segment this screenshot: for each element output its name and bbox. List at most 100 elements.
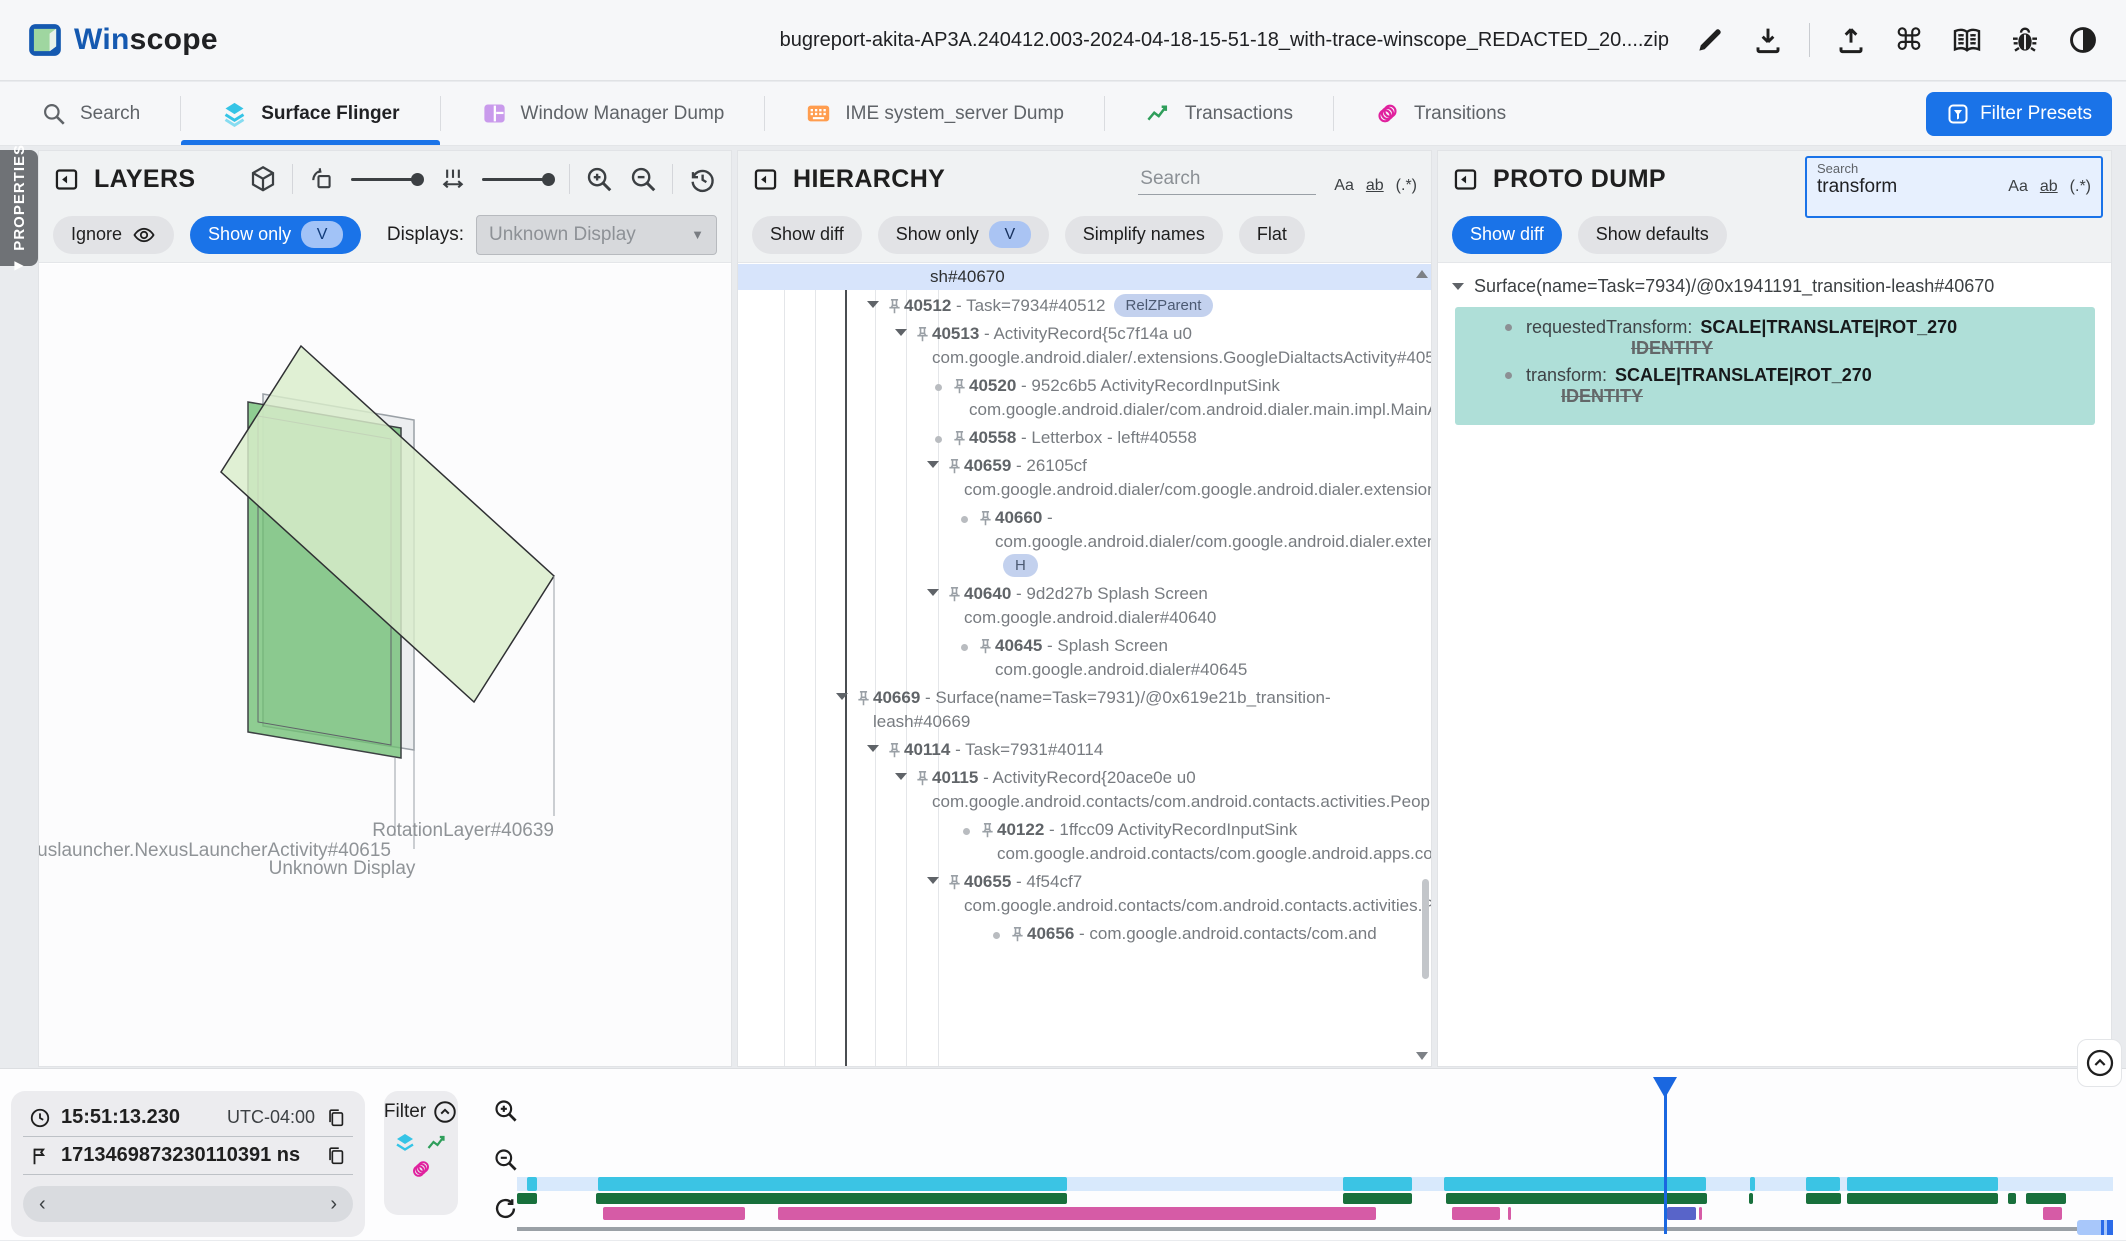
hierarchy-simplify-names-button[interactable]: Simplify names [1065, 216, 1223, 254]
match-case-icon[interactable]: Aa [1334, 177, 1354, 195]
timeline-reset-zoom-icon[interactable] [492, 1195, 519, 1222]
tree-row-40520[interactable]: 40520 - 952c6b5 ActivityRecordInputSink … [738, 374, 1431, 422]
report-bug-icon[interactable] [2008, 23, 2042, 57]
displays-select[interactable]: Unknown Display ▼ [476, 215, 717, 255]
layer-spacing-icon[interactable] [438, 164, 468, 194]
pin-icon [944, 585, 964, 604]
hierarchy-show-diff-button[interactable]: Show diff [752, 216, 862, 254]
transactions-segment [1446, 1193, 1707, 1204]
proto-root-node[interactable]: Surface(name=Task=7934)/@0x1941191_trans… [1438, 264, 2109, 305]
tab-window-manager-dump[interactable]: Window Manager Dump [441, 82, 765, 145]
collapse-arrow-icon [831, 693, 853, 700]
proto-property[interactable]: requestedTransform:SCALE|TRANSLATE|ROT_2… [1455, 317, 2095, 359]
property-key: requestedTransform: [1526, 317, 1692, 338]
show-only-visible-button[interactable]: Show only V [190, 216, 361, 254]
regex-icon[interactable]: (.*) [2070, 178, 2091, 196]
match-case-icon[interactable]: Aa [2008, 178, 2028, 196]
match-word-icon[interactable]: ab [1366, 177, 1384, 195]
regex-icon[interactable]: (.*) [1396, 177, 1417, 195]
upload-icon[interactable] [1834, 23, 1868, 57]
rotation-slider[interactable] [351, 173, 424, 186]
documentation-icon[interactable] [1950, 23, 1984, 57]
next-entry-button[interactable]: › [330, 1193, 337, 1216]
match-word-icon[interactable]: ab [2040, 178, 2058, 196]
properties-rail-toggle[interactable]: PROPERTIES ▶ [0, 150, 38, 266]
download-icon[interactable] [1751, 23, 1785, 57]
scroll-down-icon[interactable] [1416, 1052, 1428, 1060]
timeline-cursor[interactable] [1664, 1077, 1667, 1234]
panel-collapse-icon[interactable] [752, 166, 779, 193]
hierarchy-tree[interactable]: sh#40670 40512 - Task=7934#40512RelZParen… [738, 264, 1431, 1066]
tree-row-40640[interactable]: 40640 - 9d2d27b Splash Screen com.google… [738, 582, 1431, 630]
tree-row-40122[interactable]: 40122 - 1ffcc09 ActivityRecordInputSink … [738, 818, 1431, 866]
timeline-zoom-out-icon[interactable] [492, 1146, 519, 1173]
keyboard-shortcuts-icon[interactable]: ⌘ [1892, 23, 1926, 57]
layers-3d-view[interactable]: RotationLayer#40639 exuslauncher.NexusLa… [39, 264, 731, 1066]
timeline-scrollbar-thumb[interactable] [2077, 1220, 2113, 1235]
ignore-button[interactable]: Ignore [53, 216, 174, 254]
timeline-row-surfaceflinger[interactable] [517, 1177, 2113, 1191]
tree-row[interactable]: sh#40670 [738, 264, 1431, 290]
filter-presets-button[interactable]: Filter Presets [1926, 92, 2112, 136]
pin-icon [944, 457, 964, 476]
tree-row-40115[interactable]: 40115 - ActivityRecord{20ace0e u0 com.go… [738, 766, 1431, 814]
tree-row-40513[interactable]: 40513 - ActivityRecord{5c7f14a u0 com.go… [738, 322, 1431, 370]
collapse-timeline-button[interactable] [2077, 1039, 2122, 1087]
timeline-row-transitions[interactable] [517, 1207, 2113, 1220]
scroll-up-icon[interactable] [1416, 270, 1428, 278]
panel-collapse-icon[interactable] [53, 166, 80, 193]
tree-row-40660[interactable]: 40660 - com.google.android.dialer/com.go… [738, 506, 1431, 578]
zoom-out-icon[interactable] [628, 164, 658, 194]
tree-row-40645[interactable]: 40645 - Splash Screen com.google.android… [738, 634, 1431, 682]
tab-transactions[interactable]: Transactions [1105, 82, 1333, 145]
timeline-canvas[interactable] [517, 1069, 2113, 1241]
tree-row-40659[interactable]: 40659 - 26105cf com.google.android.diale… [738, 454, 1431, 502]
loaded-file-name: bugreport-akita-AP3A.240412.003-2024-04-… [780, 29, 1669, 52]
tree-row-40655[interactable]: 40655 - 4f54cf7 com.google.android.conta… [738, 870, 1431, 918]
transitions-filter-icon[interactable] [409, 1157, 433, 1181]
hierarchy-search-input[interactable] [1138, 164, 1316, 195]
tab-search[interactable]: Search [0, 82, 180, 145]
timeline-row-transactions[interactable] [517, 1193, 2113, 1204]
tab-ime-system-server-dump[interactable]: IME system_server Dump [765, 82, 1104, 145]
proto-show-diff-button[interactable]: Show diff [1452, 216, 1562, 254]
timeline-cursor-head[interactable] [1653, 1077, 1677, 1098]
hierarchy-flat-button[interactable]: Flat [1239, 216, 1305, 254]
proto-show-defaults-button[interactable]: Show defaults [1578, 216, 1727, 254]
3d-view-icon[interactable] [248, 164, 278, 194]
tab-transitions[interactable]: Transitions [1334, 82, 1546, 145]
edit-filename-icon[interactable] [1693, 23, 1727, 57]
tree-row-40669[interactable]: 40669 - Surface(name=Task=7931)/@0x619e2… [738, 686, 1431, 734]
tab-label: Search [80, 103, 140, 125]
leaf-bullet-icon [955, 825, 977, 835]
hierarchy-show-only-button[interactable]: Show onlyV [878, 216, 1049, 254]
reset-view-icon[interactable] [687, 164, 717, 194]
tree-scrollbar-thumb[interactable] [1422, 879, 1429, 979]
spacing-slider[interactable] [482, 173, 555, 186]
tab-surface-flinger[interactable]: Surface Flinger [181, 82, 439, 145]
proto-search-input[interactable] [1817, 176, 2008, 198]
tree-row-40512[interactable]: 40512 - Task=7934#40512RelZParent [738, 294, 1431, 318]
tab-label: IME system_server Dump [845, 103, 1064, 125]
layers-icon [221, 100, 248, 127]
surfaceflinger-filter-icon[interactable] [393, 1131, 417, 1155]
timeline-scrollbar-track[interactable] [517, 1227, 2077, 1231]
leaf-bullet-icon [927, 433, 949, 443]
tree-row-40558[interactable]: 40558 - Letterbox - left#40558 [738, 426, 1431, 450]
zoom-in-icon[interactable] [584, 164, 614, 194]
tree-row-40114[interactable]: 40114 - Task=7931#40114 [738, 738, 1431, 762]
dark-mode-icon[interactable] [2066, 23, 2100, 57]
copy-icon[interactable] [325, 1145, 347, 1167]
previous-entry-button[interactable]: ‹ [39, 1193, 46, 1216]
search-match-options: Aaab (.*) [2008, 178, 2091, 196]
visible-chip: V [301, 221, 343, 248]
copy-icon[interactable] [325, 1107, 347, 1129]
collapse-filter-icon[interactable] [432, 1099, 458, 1125]
tree-row-40656[interactable]: 40656 - com.google.android.contacts/com.… [738, 922, 1431, 946]
proto-property[interactable]: transform:SCALE|TRANSLATE|ROT_270IDENTIT… [1455, 365, 2095, 407]
panel-collapse-icon[interactable] [1452, 166, 1479, 193]
rotation-icon[interactable] [307, 164, 337, 194]
transactions-segment [1847, 1193, 1998, 1204]
transactions-filter-icon[interactable] [425, 1131, 449, 1155]
timeline-zoom-in-icon[interactable] [492, 1097, 519, 1124]
